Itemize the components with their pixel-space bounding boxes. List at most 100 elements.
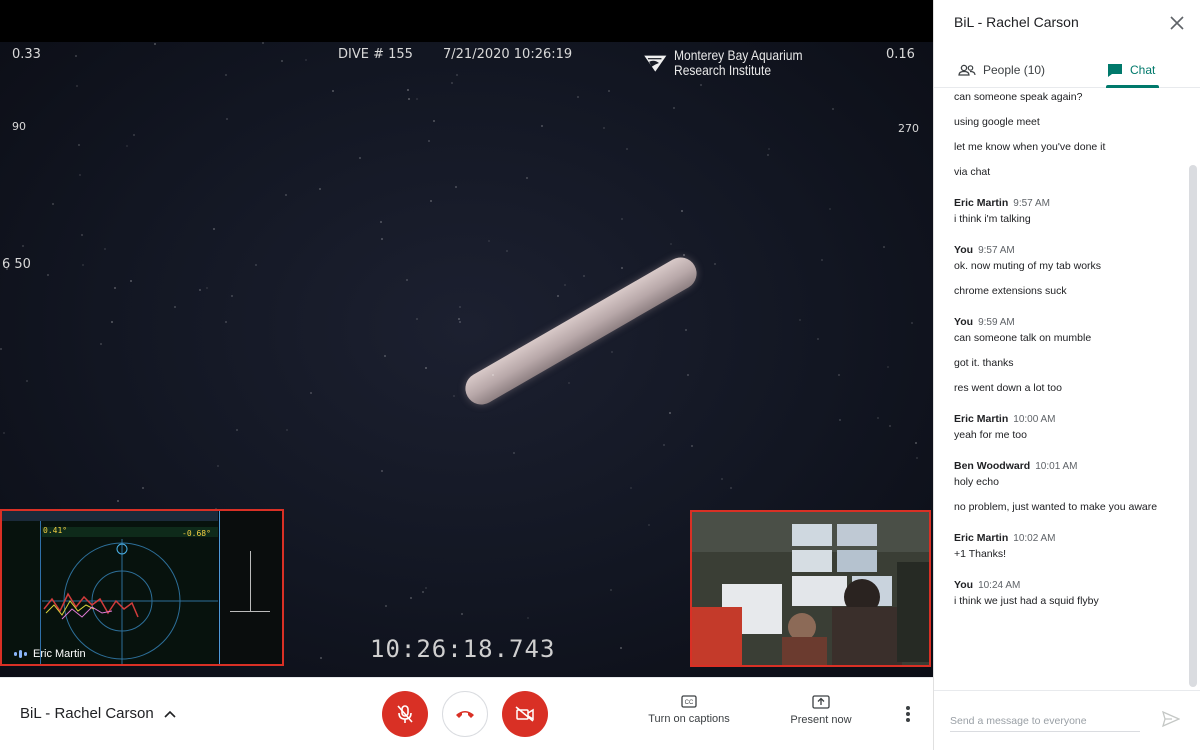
marine-snow-particle — [226, 118, 228, 120]
marine-snow-particle — [621, 267, 623, 269]
org-name-line2: Research Institute — [673, 62, 771, 78]
more-options-icon[interactable] — [898, 702, 918, 726]
tab-people[interactable]: People (10) — [958, 52, 1045, 88]
marine-snow-particle — [422, 591, 424, 593]
send-icon[interactable] — [1162, 711, 1180, 727]
marine-snow-particle — [52, 203, 54, 205]
marine-snow-particle — [130, 280, 132, 282]
marine-snow-particle — [428, 140, 430, 142]
tab-people-label: People (10) — [983, 63, 1046, 77]
main-video-stage[interactable]: 0.33 DIVE # 155 7/21/2020 10:26:19 Monte… — [0, 0, 933, 677]
marine-snow-particle — [610, 589, 612, 591]
marine-snow-particle — [518, 348, 520, 350]
chat-message-text: res went down a lot too — [954, 382, 1062, 394]
marine-snow-particle — [199, 289, 201, 291]
meeting-details-toggle[interactable]: BiL - Rachel Carson — [20, 705, 176, 722]
marine-snow-particle — [406, 279, 408, 281]
chat-sender-header: Eric Martin 10:00 AM — [954, 413, 1056, 425]
marine-snow-particle — [117, 500, 119, 502]
meeting-title: BiL - Rachel Carson — [20, 705, 154, 722]
marine-snow-particle — [3, 432, 5, 434]
participant-tile-control-room[interactable] — [690, 510, 931, 667]
marine-snow-particle — [577, 96, 579, 98]
chat-message-list[interactable]: can someone speak again? using google mee… — [934, 88, 1189, 690]
marine-snow-particle — [262, 42, 264, 44]
chat-message-text: ok. now muting of my tab works — [954, 260, 1102, 272]
camera-toggle-button[interactable] — [502, 691, 548, 737]
heading-right-mark: 270 — [898, 122, 919, 135]
marine-snow-particle — [887, 366, 889, 368]
chat-message-text: no problem, just wanted to make you awar… — [954, 501, 1158, 513]
marine-snow-particle — [513, 452, 515, 454]
tab-chat-label: Chat — [1130, 63, 1156, 77]
marine-snow-particle — [458, 318, 460, 320]
svg-text:CC: CC — [685, 700, 694, 706]
marine-snow-particle — [407, 89, 409, 91]
marine-snow-particle — [0, 348, 2, 350]
chat-message-text: let me know when you've done it — [954, 141, 1106, 153]
marine-snow-particle — [608, 90, 610, 92]
marine-snow-particle — [255, 264, 257, 266]
participant-tile-eric-martin[interactable]: 0.41° -0.68° Eric Martin — [0, 509, 284, 666]
marine-snow-particle — [126, 145, 128, 147]
marine-snow-particle — [681, 210, 683, 212]
mbari-logo-mark — [644, 55, 667, 72]
marine-snow-particle — [174, 306, 176, 308]
marine-snow-particle — [319, 188, 321, 190]
navigation-screen-share: 0.41° -0.68° — [2, 511, 218, 664]
marine-snow-particle — [433, 120, 435, 122]
marine-snow-particle — [817, 338, 819, 340]
marine-snow-particle — [687, 374, 689, 376]
marine-snow-particle — [416, 98, 418, 100]
marine-snow-particle — [691, 445, 693, 447]
meeting-controls-bar: BiL - Rachel Carson CC Turn on captions … — [0, 677, 933, 750]
nav-readout-1: 0.41° — [43, 526, 68, 535]
close-icon[interactable] — [1170, 16, 1184, 30]
marine-snow-particle — [877, 417, 879, 419]
chat-message-text: using google meet — [954, 116, 1040, 128]
captions-button[interactable]: CC Turn on captions — [634, 695, 744, 725]
leave-call-button[interactable] — [442, 691, 488, 737]
chat-icon — [1108, 63, 1122, 77]
marine-snow-particle — [310, 392, 312, 394]
org-name-line1: Monterey Bay Aquarium — [673, 47, 803, 63]
marine-snow-particle — [104, 248, 106, 250]
marine-snow-particle — [320, 657, 322, 659]
meet-window: 0.33 DIVE # 155 7/21/2020 10:26:19 Monte… — [0, 0, 1200, 750]
marine-snow-particle — [78, 144, 80, 146]
marine-snow-particle — [459, 321, 461, 323]
present-label: Present now — [790, 714, 852, 726]
marine-snow-particle — [700, 84, 702, 86]
chat-sender-name: Eric Martin — [954, 413, 1009, 425]
chat-message-input[interactable] — [950, 711, 1140, 732]
dive-number: DIVE # 155 — [338, 47, 413, 62]
mbari-logo: Monterey Bay Aquarium Research Institute — [643, 46, 823, 80]
chat-sender-header: You 9:59 AM — [954, 316, 1015, 328]
present-now-button[interactable]: Present now — [766, 695, 876, 726]
chat-scrollbar[interactable] — [1189, 165, 1197, 687]
marine-snow-particle — [506, 250, 508, 252]
marine-snow-particle — [455, 186, 457, 188]
chat-sender-name: You — [954, 244, 974, 256]
marine-snow-particle — [829, 208, 831, 210]
audio-level-icon — [14, 650, 27, 658]
chat-message-text: +1 Thanks! — [954, 548, 1007, 560]
chat-message-text: got it. thanks — [954, 357, 1014, 369]
marine-snow-particle — [721, 478, 723, 480]
marine-snow-particle — [459, 306, 461, 308]
marine-snow-particle — [620, 647, 622, 649]
chat-message-text: holy echo — [954, 476, 999, 488]
marine-snow-particle — [492, 374, 494, 376]
nav-readout-2: -0.68° — [182, 529, 211, 538]
marine-snow-particle — [82, 264, 84, 266]
closed-captions-icon: CC — [681, 695, 697, 708]
microphone-toggle-button[interactable] — [382, 691, 428, 737]
marine-snow-particle — [225, 321, 227, 323]
tab-chat[interactable]: Chat — [1107, 52, 1155, 88]
marine-snow-particle — [410, 597, 412, 599]
captions-label: Turn on captions — [648, 713, 730, 725]
chat-sender-name: Eric Martin — [954, 532, 1009, 544]
chat-timestamp: 10:24 AM — [978, 580, 1021, 591]
participant-name-eric-martin: Eric Martin — [14, 648, 86, 660]
nav-coordinate-list — [2, 521, 40, 631]
